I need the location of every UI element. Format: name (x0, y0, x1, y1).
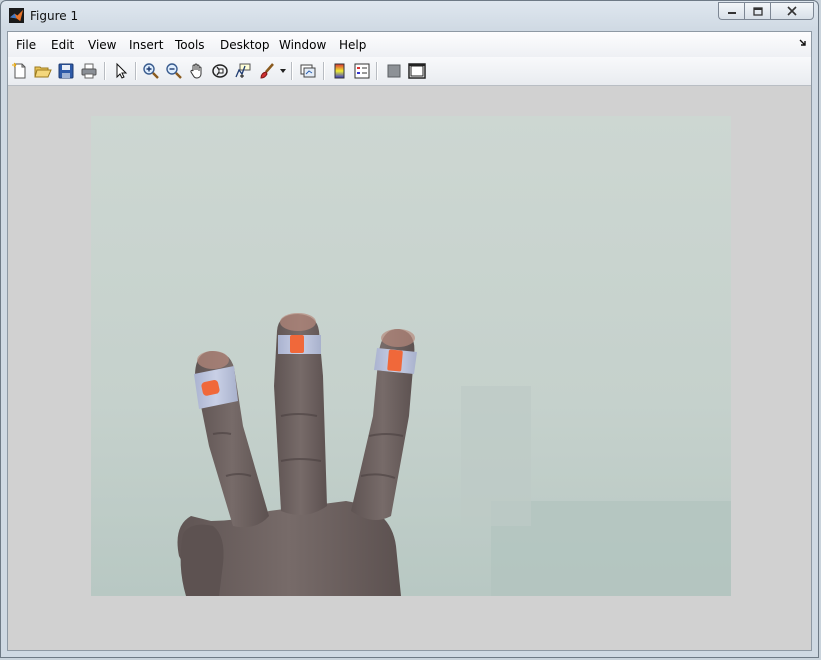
insert-colorbar-icon[interactable] (331, 62, 349, 80)
toolbar-separator (291, 62, 293, 80)
webcam-image-axes (91, 116, 731, 596)
zoom-out-icon[interactable] (165, 62, 183, 80)
menu-view[interactable]: View (88, 38, 116, 52)
figure-window: Figure 1 File Edit View Insert Tools Des… (0, 0, 819, 658)
link-plot-icon[interactable] (299, 62, 317, 80)
menu-help[interactable]: Help (339, 38, 366, 52)
open-file-icon[interactable] (34, 62, 52, 80)
color-marker-middle (290, 335, 304, 353)
rotate-3d-icon[interactable] (211, 62, 229, 80)
figure-toolbar (8, 57, 811, 86)
figure-canvas (8, 86, 811, 650)
hand-thumb (180, 524, 224, 596)
brush-dropdown-icon[interactable] (280, 69, 286, 73)
minimize-button[interactable] (718, 2, 744, 20)
insert-legend-icon[interactable] (353, 62, 371, 80)
hand-photo-image (91, 116, 731, 596)
toolbar-separator (376, 62, 378, 80)
minimize-icon (727, 12, 736, 14)
dock-arrow-icon[interactable] (799, 39, 807, 47)
new-figure-icon[interactable] (11, 62, 29, 80)
maximize-icon (752, 6, 763, 16)
color-marker-right (387, 349, 403, 372)
zoom-in-icon[interactable] (142, 62, 160, 80)
close-button[interactable] (770, 2, 814, 20)
menu-tools[interactable]: Tools (175, 38, 205, 52)
figure-client-area: File Edit View Insert Tools Desktop Wind… (7, 31, 812, 651)
hide-plot-tools-icon[interactable] (385, 62, 403, 80)
edit-plot-icon[interactable] (112, 62, 130, 80)
save-icon[interactable] (57, 62, 75, 80)
menu-bar: File Edit View Insert Tools Desktop Wind… (8, 32, 811, 58)
menu-edit[interactable]: Edit (51, 38, 74, 52)
menu-insert[interactable]: Insert (129, 38, 163, 52)
caption-buttons (718, 2, 814, 20)
toolbar-separator (323, 62, 325, 80)
menu-desktop[interactable]: Desktop (220, 38, 270, 52)
title-bar[interactable]: Figure 1 (1, 1, 818, 31)
pan-icon[interactable] (188, 62, 206, 80)
maximize-button[interactable] (744, 2, 770, 20)
show-plot-tools-icon[interactable] (408, 62, 426, 80)
print-icon[interactable] (80, 62, 98, 80)
toolbar-separator (135, 62, 137, 80)
toolbar-separator (104, 62, 106, 80)
menu-file[interactable]: File (16, 38, 36, 52)
menu-window[interactable]: Window (279, 38, 326, 52)
matlab-logo-icon (9, 8, 24, 23)
data-cursor-icon[interactable] (234, 62, 252, 80)
close-icon (787, 6, 797, 16)
brush-icon[interactable] (258, 62, 276, 80)
window-title: Figure 1 (30, 9, 79, 23)
